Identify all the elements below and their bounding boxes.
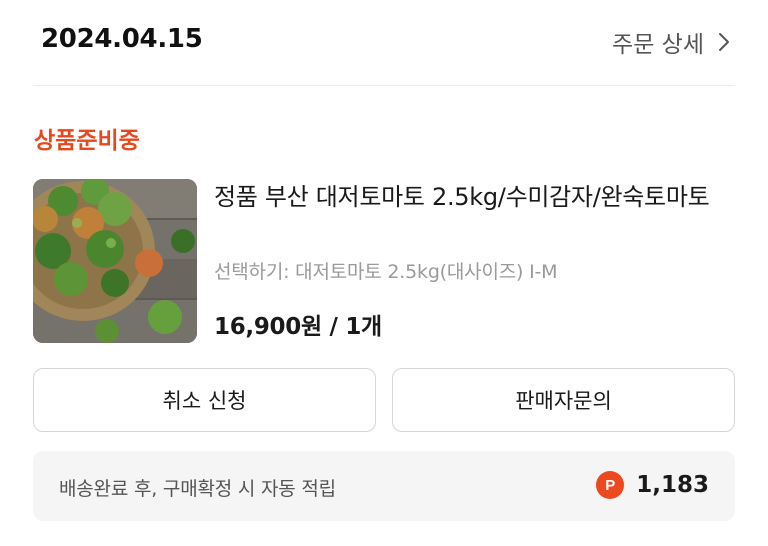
points-value-group: P 1,183: [596, 471, 709, 499]
product-option: 선택하기: 대저토마토 2.5kg(대사이즈) I-M: [214, 261, 558, 283]
reward-points-bar: 배송완료 후, 구매확정 시 자동 적립 P 1,183: [33, 451, 735, 521]
header-divider: [33, 85, 735, 86]
seller-inquiry-button[interactable]: 판매자문의: [392, 368, 735, 432]
cancel-request-button[interactable]: 취소 신청: [33, 368, 376, 432]
order-date: 2024.04.15: [41, 24, 203, 54]
order-detail-label: 주문 상세: [612, 32, 704, 58]
points-amount: 1,183: [636, 472, 709, 498]
order-status-label: 상품준비중: [34, 128, 140, 154]
chevron-right-icon: [718, 32, 730, 52]
points-badge-icon: P: [596, 471, 625, 499]
product-thumbnail[interactable]: [33, 179, 197, 343]
order-detail-link[interactable]: 주문 상세: [612, 25, 730, 59]
product-name[interactable]: 정품 부산 대저토마토 2.5kg/수미감자/완숙토마토: [214, 180, 734, 215]
product-price-quantity: 16,900원 / 1개: [214, 314, 382, 340]
order-header: 2024.04.15 주문 상세: [0, 0, 768, 86]
points-description: 배송완료 후, 구매확정 시 자동 적립: [59, 478, 336, 500]
